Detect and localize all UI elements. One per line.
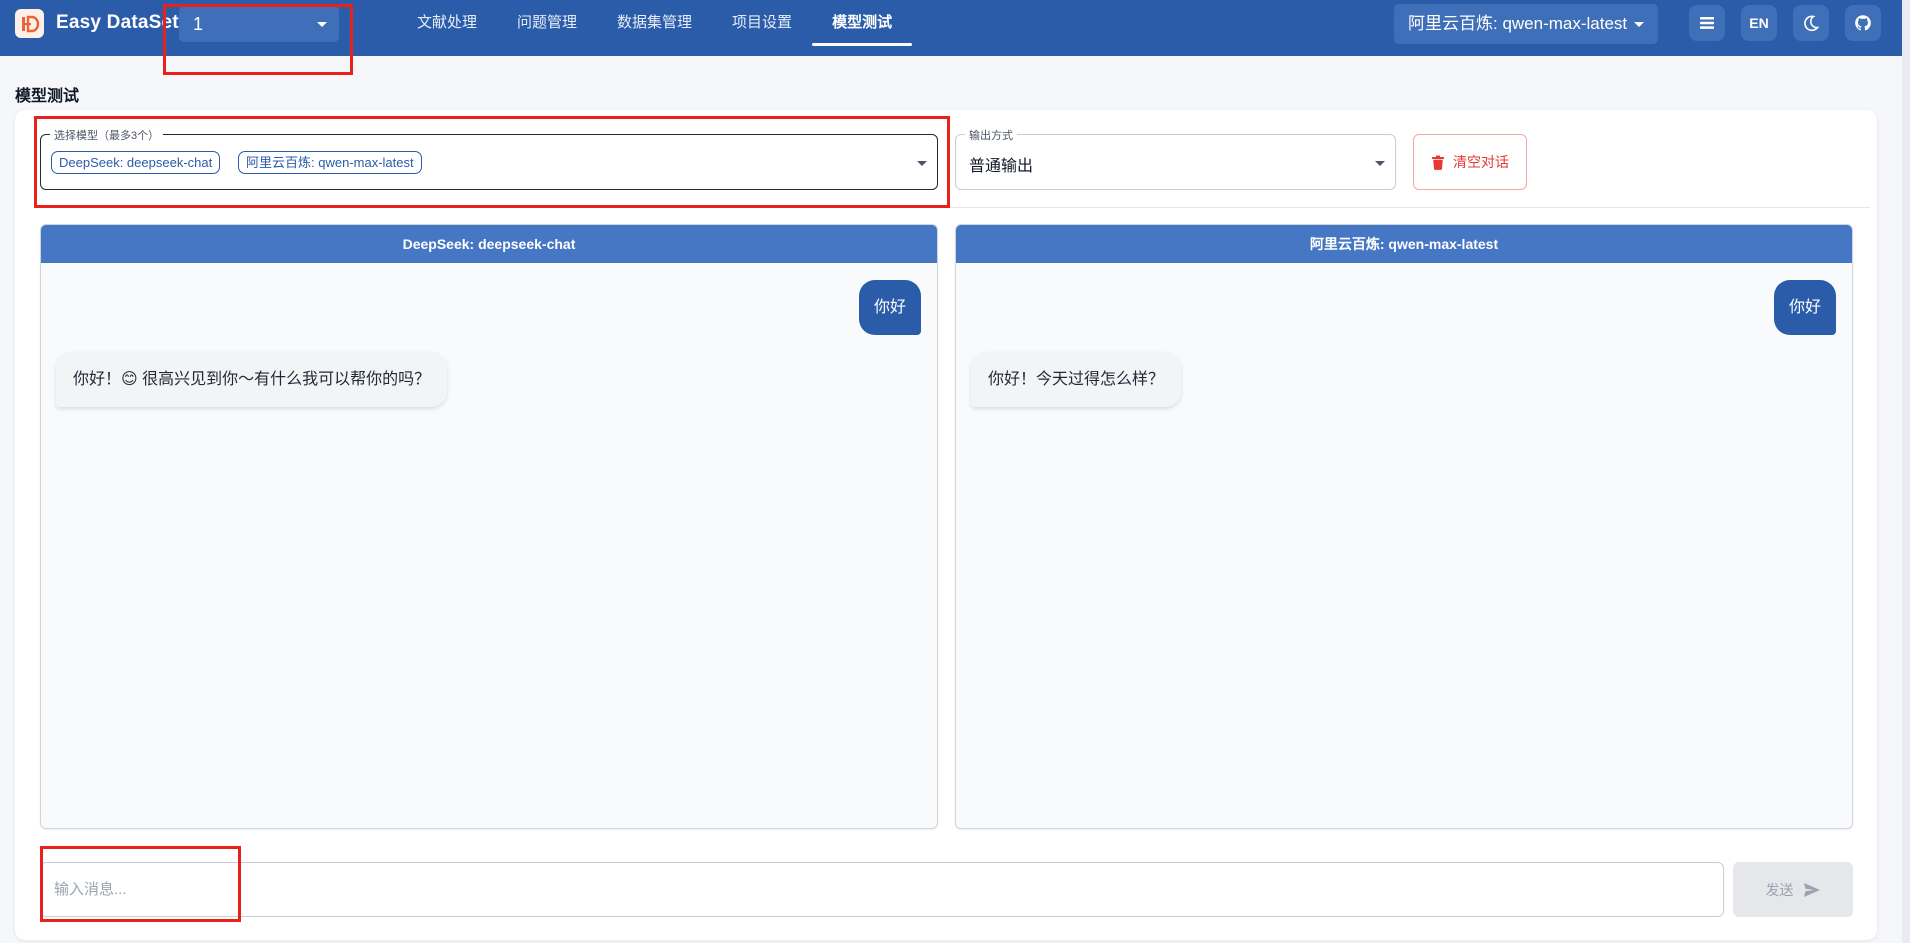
message-input[interactable]: [40, 862, 1724, 917]
github-icon: [1855, 15, 1871, 31]
nav-tab-model-test[interactable]: 模型测试: [812, 0, 913, 56]
chat-panel-qwen[interactable]: 阿里云百炼: qwen-max-latest 你好 你好！今天过得怎么样？: [955, 224, 1853, 829]
nav-tab-project-settings[interactable]: 项目设置: [712, 0, 812, 56]
language-label: EN: [1749, 15, 1769, 31]
model-chip-qwen[interactable]: 阿里云百炼: qwen-max-latest: [238, 151, 422, 174]
nav-tab-questions[interactable]: 问题管理: [497, 0, 597, 56]
assistant-message-bubble: 你好！😊 很高兴见到你～有什么我可以帮你的吗？: [56, 352, 448, 407]
chevron-down-icon: [317, 22, 327, 27]
nav-tab-literature[interactable]: 文献处理: [397, 0, 497, 56]
app-title: Easy DataSet: [56, 12, 179, 33]
page-scrollbar[interactable]: [1902, 0, 1910, 943]
model-select-legend: 选择模型（最多3个）: [50, 127, 164, 143]
user-message-bubble: 你好: [858, 280, 921, 335]
task-list-button[interactable]: [1689, 5, 1725, 41]
global-model-select-value: 阿里云百炼: qwen-max-latest: [1408, 14, 1628, 33]
chat-panel-deepseek[interactable]: DeepSeek: deepseek-chat 你好 你好！😊 很高兴见到你～有…: [40, 224, 938, 829]
output-mode-legend: 输出方式: [965, 127, 1017, 143]
send-icon: [1803, 882, 1820, 897]
github-link-button[interactable]: [1845, 5, 1881, 41]
language-toggle-button[interactable]: EN: [1741, 5, 1777, 41]
model-multi-select[interactable]: 选择模型（最多3个） DeepSeek: deepseek-chat 阿里云百炼…: [40, 127, 938, 190]
divider: [40, 207, 1870, 208]
chevron-down-icon: [1634, 22, 1644, 27]
theme-toggle-button[interactable]: [1793, 5, 1829, 41]
send-button[interactable]: 发送: [1733, 862, 1853, 917]
output-mode-select[interactable]: 输出方式 普通输出: [955, 127, 1396, 190]
global-model-select[interactable]: 阿里云百炼: qwen-max-latest: [1394, 4, 1658, 44]
user-message-bubble: 你好: [1773, 280, 1836, 335]
list-icon: [1700, 17, 1714, 29]
clear-conversation-button[interactable]: 清空对话: [1413, 134, 1527, 190]
clear-conversation-label: 清空对话: [1453, 154, 1509, 170]
project-select-value: 1: [193, 14, 204, 34]
send-label: 发送: [1765, 881, 1794, 898]
chevron-down-icon: [1375, 161, 1385, 166]
model-test-card: 选择模型（最多3个） DeepSeek: deepseek-chat 阿里云百炼…: [15, 110, 1877, 940]
output-mode-value: 普通输出: [969, 158, 1034, 175]
chevron-down-icon: [917, 161, 927, 166]
app-logo-icon[interactable]: [15, 9, 44, 38]
chat-panel-title: 阿里云百炼: qwen-max-latest: [956, 225, 1852, 263]
nav-tab-datasets[interactable]: 数据集管理: [597, 0, 712, 56]
chat-panel-title: DeepSeek: deepseek-chat: [41, 225, 937, 263]
main-nav: 文献处理 问题管理 数据集管理 项目设置 模型测试: [397, 0, 913, 56]
trash-icon: [1432, 155, 1444, 170]
moon-icon: [1804, 15, 1820, 32]
model-chip-deepseek[interactable]: DeepSeek: deepseek-chat: [51, 151, 221, 174]
project-select[interactable]: 1: [179, 6, 339, 42]
top-bar: Easy DataSet 1 文献处理 问题管理 数据集管理 项目设置 模型测试…: [0, 0, 1910, 56]
page-title: 模型测试: [15, 88, 80, 105]
assistant-message-bubble: 你好！今天过得怎么样？: [971, 352, 1182, 407]
